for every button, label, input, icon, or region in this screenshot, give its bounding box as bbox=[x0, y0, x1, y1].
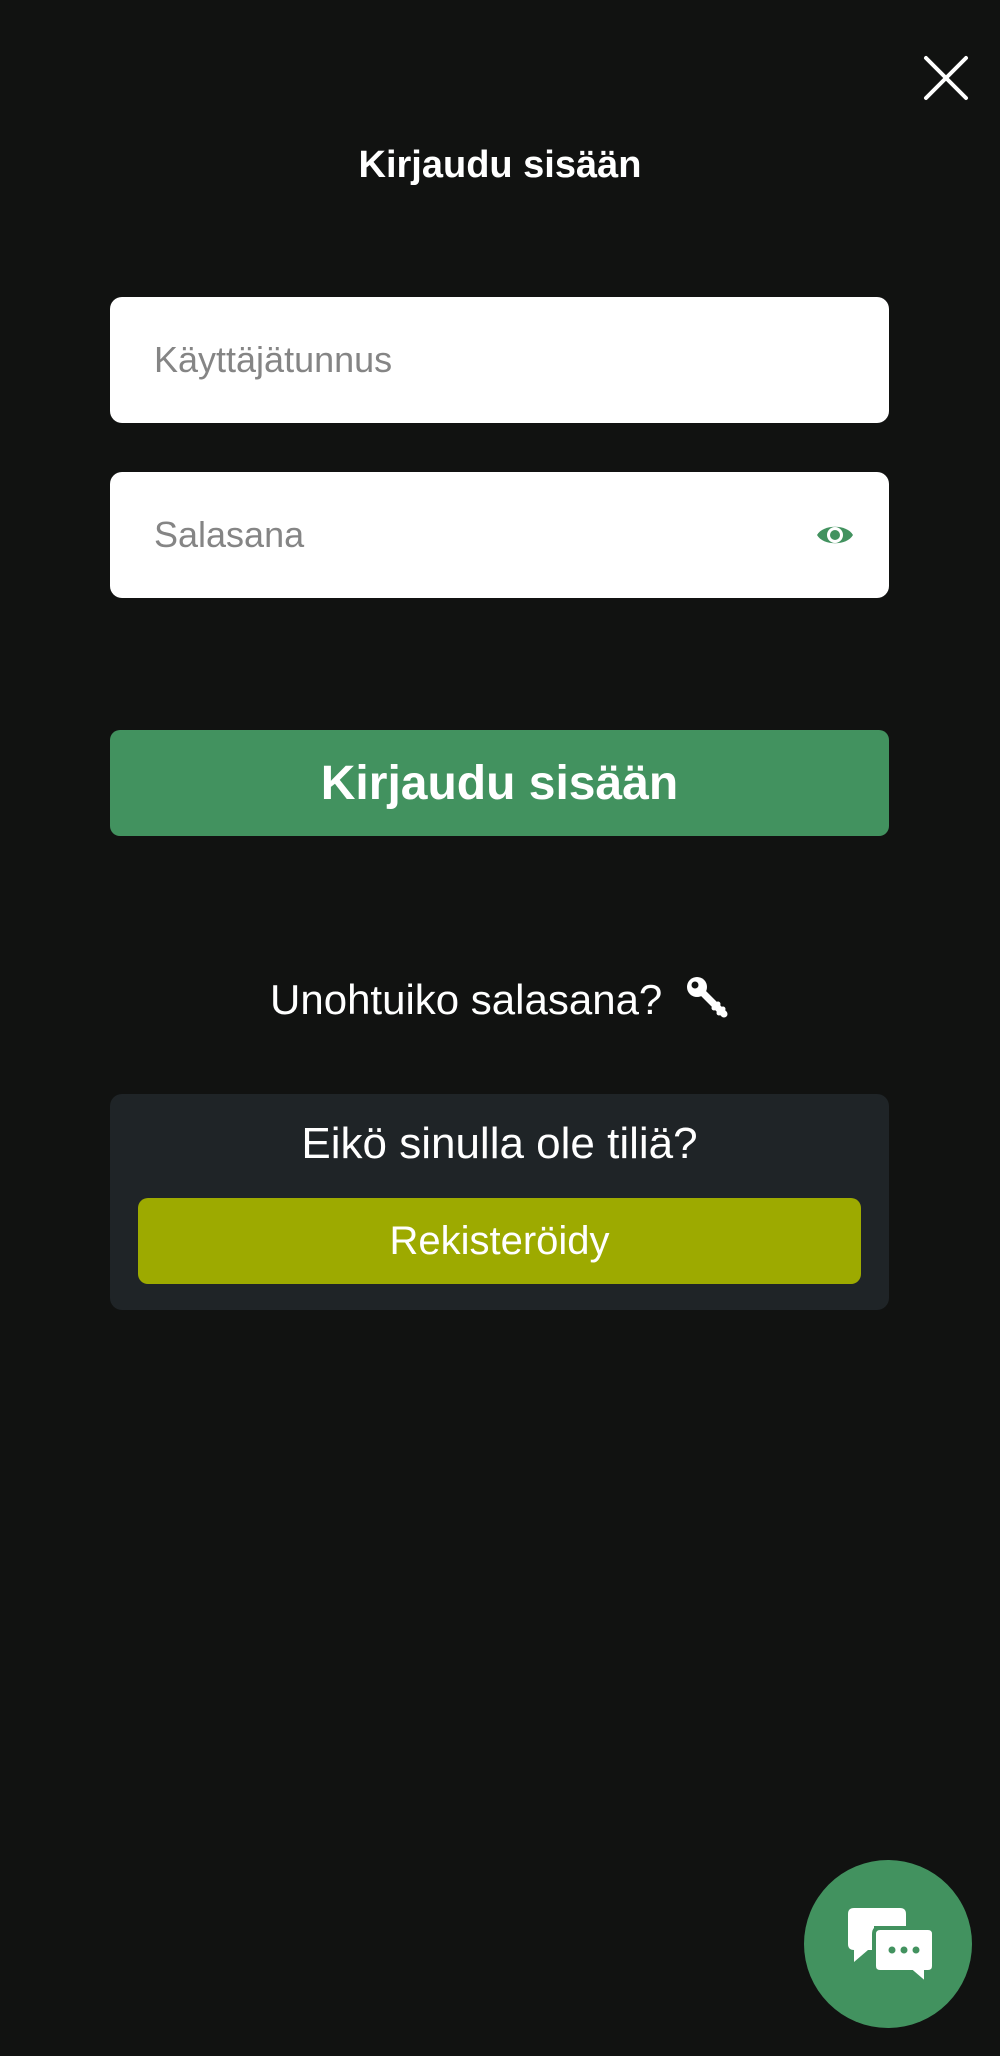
show-password-toggle[interactable] bbox=[815, 516, 855, 554]
forgot-password-label: Unohtuiko salasana? bbox=[270, 976, 663, 1023]
close-icon bbox=[924, 56, 968, 100]
register-question: Eikö sinulla ole tiliä? bbox=[301, 1119, 698, 1168]
login-button[interactable]: Kirjaudu sisään bbox=[110, 730, 889, 836]
password-field-container bbox=[110, 472, 889, 598]
key-icon bbox=[684, 974, 730, 1020]
page-title: Kirjaudu sisään bbox=[358, 144, 642, 186]
register-button[interactable]: Rekisteröidy bbox=[138, 1198, 861, 1284]
forgot-password-link[interactable]: Unohtuiko salasana? bbox=[0, 970, 1000, 1030]
chat-button[interactable] bbox=[804, 1860, 972, 2028]
username-field-container bbox=[110, 297, 889, 423]
username-input[interactable] bbox=[110, 297, 889, 423]
chat-icon bbox=[848, 1908, 936, 1986]
eye-icon bbox=[817, 526, 853, 544]
close-button[interactable] bbox=[922, 54, 970, 102]
register-panel: Eikö sinulla ole tiliä? Rekisteröidy bbox=[110, 1094, 889, 1310]
password-input[interactable] bbox=[110, 472, 889, 598]
